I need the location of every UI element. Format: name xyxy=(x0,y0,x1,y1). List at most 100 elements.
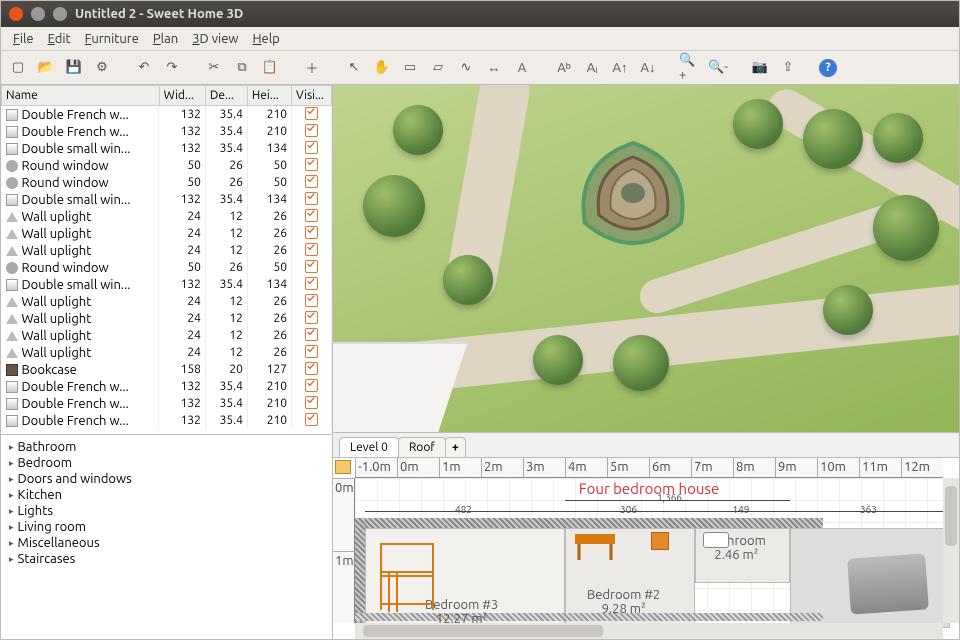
window-close-button[interactable] xyxy=(9,7,23,21)
wall[interactable] xyxy=(355,518,823,528)
visibility-checkbox[interactable] xyxy=(305,277,318,290)
catalog-item-doors-and-windows[interactable]: ▸Doors and windows xyxy=(9,471,324,487)
wall-button[interactable]: ▭ xyxy=(399,57,421,79)
visibility-checkbox[interactable] xyxy=(305,362,318,375)
save-button[interactable]: 💾 xyxy=(63,57,85,79)
visibility-checkbox[interactable] xyxy=(305,294,318,307)
scrollbar-horizontal[interactable] xyxy=(355,623,943,639)
zoom-out-button[interactable]: 🔍- xyxy=(707,57,729,79)
table-row[interactable]: Double French w...13235.4210 xyxy=(2,395,332,412)
redo-button[interactable]: ↷ xyxy=(161,57,183,79)
level-tab[interactable]: Level 0 xyxy=(339,437,399,457)
help-button[interactable]: ? xyxy=(819,59,837,77)
table-row[interactable]: Round window502650 xyxy=(2,259,332,276)
menu-file[interactable]: File xyxy=(7,30,40,48)
add-furniture-button[interactable]: ＋ xyxy=(301,57,323,79)
bed-icon[interactable] xyxy=(847,553,929,614)
room-button[interactable]: ▱ xyxy=(427,57,449,79)
menu-plan[interactable]: Plan xyxy=(147,30,184,48)
visibility-checkbox[interactable] xyxy=(305,209,318,222)
size-up-button[interactable]: A↑ xyxy=(609,57,631,79)
visibility-checkbox[interactable] xyxy=(305,226,318,239)
select-button[interactable]: ↖ xyxy=(343,57,365,79)
visibility-checkbox[interactable] xyxy=(305,413,318,426)
visibility-checkbox[interactable] xyxy=(305,379,318,392)
table-row[interactable]: Round window502650 xyxy=(2,174,332,191)
visibility-checkbox[interactable] xyxy=(305,243,318,256)
table-row[interactable]: Round window502650 xyxy=(2,157,332,174)
table-row[interactable]: Double small win...13235.4134 xyxy=(2,191,332,208)
table-row[interactable]: Wall uplight241226 xyxy=(2,344,332,361)
table-row[interactable]: Double French w...13235.4210 xyxy=(2,412,332,429)
catalog-tree[interactable]: ▸Bathroom▸Bedroom▸Doors and windows▸Kitc… xyxy=(1,435,332,639)
zoom-in-button[interactable]: 🔍+ xyxy=(679,57,701,79)
polyline-button[interactable]: ∿ xyxy=(455,57,477,79)
scrollbar-thumb[interactable] xyxy=(363,625,603,637)
pan-button[interactable]: ✋ xyxy=(371,57,393,79)
table-row[interactable]: Double French w...13235.4210 xyxy=(2,123,332,140)
plan-floor[interactable]: Four bedroom house 1,366 482306149363 Be… xyxy=(355,478,943,623)
cut-button[interactable]: ✂ xyxy=(203,57,225,79)
camera-button[interactable]: 📷 xyxy=(749,57,771,79)
menu-3d-view[interactable]: 3D view xyxy=(186,30,244,48)
catalog-item-lights[interactable]: ▸Lights xyxy=(9,503,324,519)
window-minimize-button[interactable] xyxy=(31,7,45,21)
sink-icon[interactable] xyxy=(703,532,729,548)
dimension-button[interactable]: ↔ xyxy=(483,57,505,79)
col-header-1[interactable]: Wid... xyxy=(159,86,205,106)
furniture-table-wrap[interactable]: NameWid...De...Hei...Visi... Double Fren… xyxy=(1,85,332,435)
new-button[interactable]: ▢ xyxy=(7,57,29,79)
col-header-3[interactable]: Hei... xyxy=(247,86,291,106)
visibility-checkbox[interactable] xyxy=(305,175,318,188)
desk-icon[interactable] xyxy=(573,532,617,562)
table-row[interactable]: Bookcase15820127 xyxy=(2,361,332,378)
table-row[interactable]: Wall uplight241226 xyxy=(2,242,332,259)
visibility-checkbox[interactable] xyxy=(305,124,318,137)
col-header-0[interactable]: Name xyxy=(2,86,160,106)
catalog-item-bathroom[interactable]: ▸Bathroom xyxy=(9,439,324,455)
plan-canvas[interactable]: -1.0m0m1m2m3m4m5m6m7m8m9m10m11m12m 0m1m … xyxy=(333,457,959,639)
export-button[interactable]: ⇪ xyxy=(777,57,799,79)
table-row[interactable]: Double small win...13235.4134 xyxy=(2,276,332,293)
table-row[interactable]: Wall uplight241226 xyxy=(2,225,332,242)
copy-button[interactable]: ⧉ xyxy=(231,57,253,79)
visibility-checkbox[interactable] xyxy=(305,107,318,120)
visibility-checkbox[interactable] xyxy=(305,158,318,171)
preferences-button[interactable]: ⚙ xyxy=(91,57,113,79)
size-down-button[interactable]: A↓ xyxy=(637,57,659,79)
text-button[interactable]: A xyxy=(511,57,533,79)
view-3d[interactable] xyxy=(333,85,959,433)
open-button[interactable]: 📂 xyxy=(35,57,57,79)
table-row[interactable]: Double small win...13235.4134 xyxy=(2,140,332,157)
table-row[interactable]: Double French w...13235.4210 xyxy=(2,378,332,395)
visibility-checkbox[interactable] xyxy=(305,345,318,358)
scrollbar-thumb[interactable] xyxy=(945,486,957,546)
catalog-item-kitchen[interactable]: ▸Kitchen xyxy=(9,487,324,503)
bold-button[interactable]: Aᵇ xyxy=(553,57,575,79)
visibility-checkbox[interactable] xyxy=(305,311,318,324)
paste-button[interactable]: 📋 xyxy=(259,57,281,79)
table-row[interactable]: Wall uplight241226 xyxy=(2,327,332,344)
visibility-checkbox[interactable] xyxy=(305,141,318,154)
menu-furniture[interactable]: Furniture xyxy=(79,30,145,48)
catalog-item-bedroom[interactable]: ▸Bedroom xyxy=(9,455,324,471)
window-maximize-button[interactable] xyxy=(53,7,67,21)
visibility-checkbox[interactable] xyxy=(305,328,318,341)
table-row[interactable]: Double French w...13235.4210 xyxy=(2,106,332,124)
col-header-2[interactable]: De... xyxy=(205,86,247,106)
table-row[interactable]: Wall uplight241226 xyxy=(2,293,332,310)
italic-button[interactable]: Aᵢ xyxy=(581,57,603,79)
table-row[interactable]: Wall uplight241226 xyxy=(2,310,332,327)
visibility-checkbox[interactable] xyxy=(305,260,318,273)
col-header-4[interactable]: Visi... xyxy=(292,86,332,106)
bunk-bed-icon[interactable] xyxy=(377,540,437,612)
catalog-item-miscellaneous[interactable]: ▸Miscellaneous xyxy=(9,535,324,551)
menu-help[interactable]: Help xyxy=(246,30,285,48)
nightstand-icon[interactable] xyxy=(651,532,669,550)
table-row[interactable]: Wall uplight241226 xyxy=(2,208,332,225)
add-level-button[interactable]: + xyxy=(445,437,466,457)
undo-button[interactable]: ↶ xyxy=(133,57,155,79)
catalog-item-staircases[interactable]: ▸Staircases xyxy=(9,551,324,567)
visibility-checkbox[interactable] xyxy=(305,192,318,205)
level-tab[interactable]: Roof xyxy=(398,437,446,457)
